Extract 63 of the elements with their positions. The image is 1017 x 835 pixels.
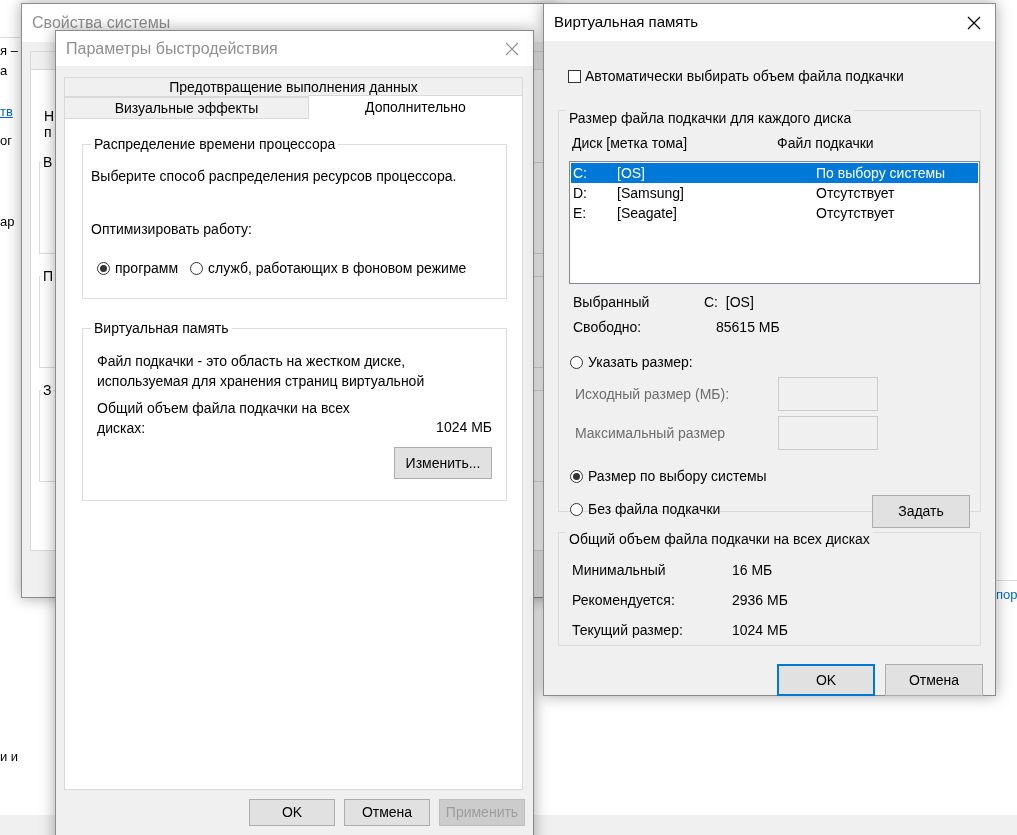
list-row[interactable]: C: [OS] По выбору системы (571, 163, 978, 183)
table-cell-text: Отсутствует (816, 183, 895, 203)
close-icon[interactable] (967, 15, 981, 30)
list-row[interactable]: D: [Samsung] Отсутствует (571, 183, 978, 203)
dialog-button[interactable]: Отмена (885, 664, 983, 696)
page-text: я – (0, 42, 18, 60)
radio-option[interactable]: Размер по выбору системы (570, 466, 767, 487)
field-value: 16 МБ (732, 561, 773, 580)
text-link[interactable]: тв (0, 103, 13, 121)
description-text: Выберите способ распределения ресурсов процессора. (91, 167, 458, 186)
dialog-button[interactable]: OK (777, 664, 875, 696)
field-label: Общий объем файла подкачки на всех дисках: (97, 399, 351, 438)
window-title: Виртуальная память (554, 12, 699, 33)
list-row[interactable]: E: [Seagate] Отсутствует (571, 203, 978, 223)
field-label: Свободно: (573, 318, 643, 337)
text-link[interactable]: пор (996, 586, 1017, 604)
field-label: Оптимизировать работу: (91, 220, 253, 239)
window-title: Параметры быстродействия (66, 38, 278, 59)
field-value: C: [OS] (704, 293, 754, 312)
field-label: Минимальный (572, 561, 667, 580)
column-header: Диск [метка тома] (571, 133, 688, 153)
checkbox-option[interactable]: Автоматически выбирать объем файла подкачки (568, 66, 904, 87)
set-button[interactable]: Задать (872, 495, 970, 528)
field-value: 2936 МБ (732, 591, 788, 610)
dialog-button[interactable]: Отмена (344, 799, 430, 826)
field-label: Текущий размер: (572, 621, 684, 640)
radio-option[interactable]: Указать размер: (570, 352, 693, 373)
description-text: Файл подкачки - это область на жестком диске, используемая для хранения страниц виртуальной (97, 352, 426, 391)
field-label: Исходный размер (МБ): (575, 384, 731, 404)
field-value: 1024 МБ (732, 621, 788, 640)
radio-option[interactable]: программ (97, 258, 179, 279)
tab[interactable]: Предотвращение выполнения данных (64, 77, 523, 97)
group-title: Общий объем файла подкачки на всех дисках (566, 531, 873, 548)
table-cell-text: [Samsung] (617, 183, 685, 203)
group-title: Размер файла подкачки для каждого диска (566, 110, 855, 127)
dialog-button[interactable]: OK (249, 799, 335, 826)
total-value: 1024 МБ (436, 418, 492, 437)
field-label: Максимальный размер (575, 423, 727, 443)
page-text: ар (0, 213, 15, 231)
group-title: Распределение времени процессора (91, 136, 339, 153)
page-text: а (0, 62, 8, 80)
text-fragment: Н (44, 108, 55, 124)
table-cell-text: D: (573, 183, 588, 203)
column-header: Файл подкачки (776, 133, 874, 153)
radio-option[interactable]: служб, работающих в фоновом режиме (190, 258, 467, 279)
group-title: Виртуальная память (91, 320, 232, 337)
page-text: ог (0, 132, 12, 150)
field-label: Выбранный (573, 293, 651, 312)
table-cell-text: Отсутствует (816, 203, 895, 223)
window-title: Свойства системы (32, 13, 171, 33)
table-cell-text: [Seagate] (617, 203, 678, 223)
text-fragment: п (44, 124, 52, 140)
radio-option[interactable]: Без файла подкачки (570, 499, 767, 520)
tab[interactable]: Визуальные эффекты (64, 97, 309, 119)
page-text: и и (0, 748, 19, 766)
table-cell-text: По выбору системы (816, 163, 946, 183)
table-cell-text: C: (573, 163, 588, 183)
tab[interactable]: Дополнительно (308, 95, 523, 119)
field-label: Рекомендуется: (572, 591, 676, 610)
table-cell-text: [OS] (617, 163, 646, 183)
change-button[interactable]: Изменить... (394, 447, 492, 479)
table-cell-text: E: (573, 203, 588, 223)
field-value: 85615 МБ (716, 318, 780, 337)
